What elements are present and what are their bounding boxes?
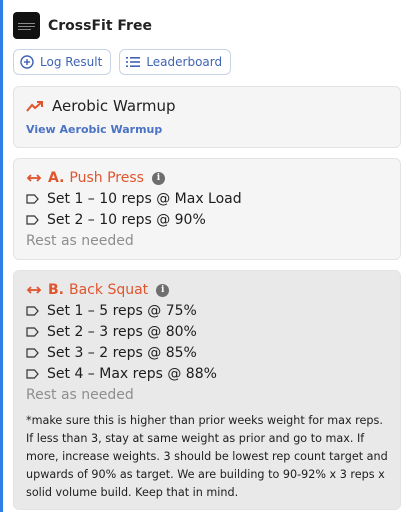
set-text: Set 1 – 10 reps @ Max Load: [47, 190, 242, 207]
tag-icon: [26, 326, 39, 337]
set-text: Set 1 – 5 reps @ 75%: [47, 302, 197, 319]
exercise-card-a: A. Push Press i Set 1 – 10 reps @ Max Lo…: [13, 158, 401, 260]
rest-text: Rest as needed: [26, 386, 134, 403]
leaderboard-button[interactable]: Leaderboard: [119, 49, 232, 75]
set-text: Set 2 – 3 reps @ 80%: [47, 323, 197, 340]
set-row: Set 2 – 3 reps @ 80%: [26, 321, 390, 342]
rest-text: Rest as needed: [26, 232, 134, 249]
app-title: CrossFit Free: [48, 17, 152, 34]
exercise-title: B. Back Squat i: [26, 280, 390, 300]
action-buttons: Log Result Leaderboard: [13, 49, 239, 75]
plus-circle-icon: [20, 55, 34, 69]
tag-icon: [26, 214, 39, 225]
set-text: Set 3 – 2 reps @ 85%: [47, 344, 197, 361]
set-row: Set 1 – 10 reps @ Max Load: [26, 188, 390, 209]
leaderboard-label: Leaderboard: [146, 55, 223, 69]
warmup-card: Aerobic Warmup View Aerobic Warmup: [13, 86, 401, 148]
exercise-letter: B.: [48, 282, 64, 298]
app-header: CrossFit Free: [13, 12, 152, 39]
tag-icon: [26, 193, 39, 204]
exercise-note: *make sure this is higher than prior wee…: [26, 414, 388, 499]
exercise-letter: A.: [48, 170, 65, 186]
app-logo: [13, 12, 40, 39]
trending-up-icon: [26, 100, 44, 112]
warmup-title-row: Aerobic Warmup: [26, 97, 176, 115]
set-row: Set 4 – Max reps @ 88%: [26, 363, 390, 384]
set-row: Set 3 – 2 reps @ 85%: [26, 342, 390, 363]
log-result-label: Log Result: [40, 55, 103, 69]
set-row: Set 1 – 5 reps @ 75%: [26, 300, 390, 321]
tag-icon: [26, 305, 39, 316]
set-row: Set 2 – 10 reps @ 90%: [26, 209, 390, 230]
info-icon[interactable]: i: [156, 283, 170, 297]
app-frame: CrossFit Free Log Result Leaderboard Aer…: [0, 0, 406, 512]
tag-icon: [26, 368, 39, 379]
double-arrow-icon: [26, 285, 42, 295]
exercise-name: Push Press: [69, 170, 144, 186]
exercise-title: A. Push Press i: [26, 168, 390, 188]
exercise-card-b: B. Back Squat i Set 1 – 5 reps @ 75% Set…: [13, 270, 401, 510]
tag-icon: [26, 347, 39, 358]
log-result-button[interactable]: Log Result: [13, 49, 112, 75]
warmup-title: Aerobic Warmup: [52, 97, 176, 115]
set-text: Set 2 – 10 reps @ 90%: [47, 211, 206, 228]
view-warmup-link[interactable]: View Aerobic Warmup: [26, 123, 162, 136]
double-arrow-icon: [26, 173, 42, 183]
list-icon: [126, 56, 141, 68]
info-icon[interactable]: i: [151, 171, 165, 185]
set-text: Set 4 – Max reps @ 88%: [47, 365, 217, 382]
exercise-name: Back Squat: [69, 282, 149, 298]
